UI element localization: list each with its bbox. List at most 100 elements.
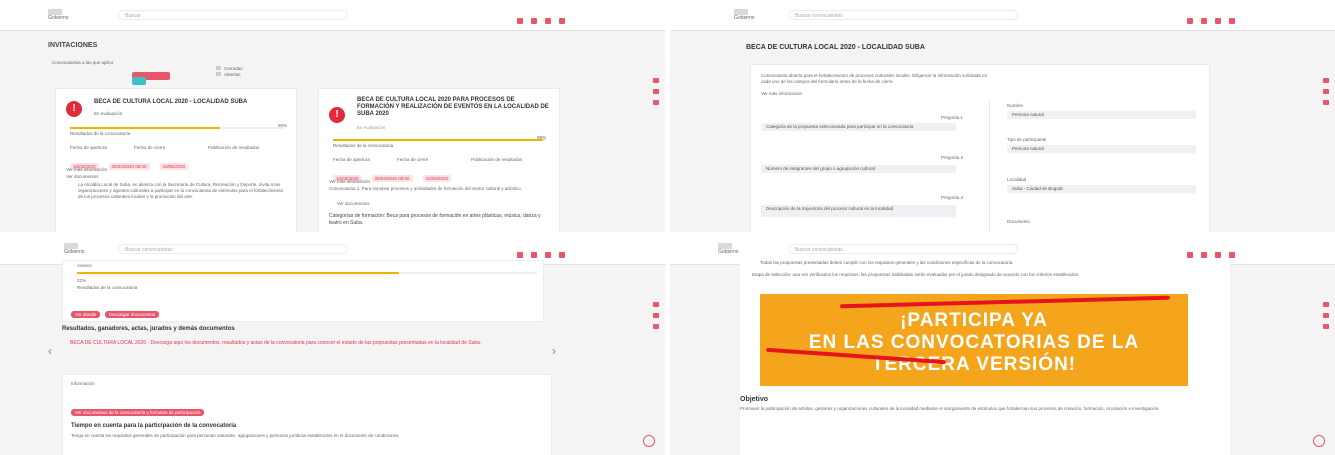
- more-info-link[interactable]: Ver más información: [761, 91, 802, 97]
- toggle-button[interactable]: [132, 72, 170, 85]
- next-arrow-icon[interactable]: ›: [552, 344, 556, 358]
- download-button[interactable]: Descargar documentos: [104, 311, 160, 318]
- progress-card: Avance 22% Resultados de la convocatoria…: [62, 260, 544, 322]
- print-icon[interactable]: [1323, 89, 1329, 94]
- documents-link[interactable]: Ver documentos: [66, 174, 99, 180]
- progress-value: 98%: [537, 135, 547, 140]
- form-card: Convocatoria abierta para el fortalecimi…: [750, 64, 1210, 232]
- documents-link[interactable]: Ver documentos: [337, 201, 370, 207]
- user-icon[interactable]: [1215, 252, 1221, 258]
- action-buttons: Ver detalle Descargar documentos: [71, 303, 160, 321]
- progress-caption: Resultados de la convocatoria: [333, 143, 394, 148]
- alert-icon: !: [66, 101, 82, 117]
- prev-arrow-icon[interactable]: ‹: [48, 344, 52, 358]
- progress-bar: [77, 272, 537, 274]
- progress-bar: [70, 127, 284, 129]
- calendar-icon[interactable]: [531, 252, 537, 258]
- form-intro: Convocatoria abierta para el fortalecimi…: [761, 73, 988, 84]
- more-info-link[interactable]: Ver más información: [66, 167, 107, 173]
- content-card: Todas las propuestas presentadas deben c…: [740, 260, 1230, 455]
- logo[interactable]: Gobierno: [734, 9, 755, 21]
- chat-button[interactable]: [643, 435, 655, 447]
- notification-icon[interactable]: [1187, 18, 1193, 24]
- progress-caption: Resultados de la convocatoria: [77, 285, 138, 290]
- print-icon[interactable]: [1323, 313, 1329, 318]
- field-label: Documento: [1007, 219, 1031, 224]
- convocatoria-card[interactable]: ! BECA DE CULTURA LOCAL 2020 - LOCALIDAD…: [55, 88, 297, 232]
- help-icon[interactable]: [653, 100, 659, 105]
- help-icon[interactable]: [653, 324, 659, 329]
- search-input[interactable]: Buscar convocatorias: [788, 10, 1018, 20]
- user-icon[interactable]: [1215, 18, 1221, 24]
- status-badge: En evaluación: [357, 125, 386, 130]
- notification-icon[interactable]: [517, 252, 523, 258]
- help-icon[interactable]: [1323, 324, 1329, 329]
- notice-text: BECA DE CULTURA LOCAL 2020 - Descarga aq…: [70, 340, 482, 346]
- progress-bar: [333, 139, 547, 141]
- share-icon[interactable]: [653, 302, 659, 307]
- notification-icon[interactable]: [1187, 252, 1193, 258]
- user-icon[interactable]: [545, 252, 551, 258]
- field-label: Localidad: [1007, 177, 1027, 182]
- dates-labels: Fecha de apertura Fecha de cierre Publicac…: [70, 145, 260, 150]
- card-title: BECA DE CULTURA LOCAL 2020 - LOCALIDAD S…: [94, 99, 248, 105]
- banner-swoosh: [840, 295, 1170, 309]
- promo-banner[interactable]: ¡PARTICIPA YA EN LAS CONVOCATORIAS DE LA…: [760, 294, 1188, 386]
- objective-title: Objetivo: [740, 396, 769, 403]
- text-field[interactable]: Persona natural: [1007, 111, 1196, 119]
- page-title: BECA DE CULTURA LOCAL 2020 - LOCALIDAD S…: [746, 44, 925, 51]
- progress-caption: Resultados de la convocatoria: [70, 131, 131, 136]
- question-field[interactable]: Descripción de la trayectoria del proces…: [761, 205, 956, 217]
- docs-button[interactable]: Ver documentos de la convocatoria y form…: [71, 409, 205, 416]
- card-description: La Alcaldía Local de Suba, en alianza co…: [78, 182, 284, 199]
- progress-value: 22%: [77, 278, 87, 283]
- banner-line: ¡PARTICIPA YA: [900, 310, 1048, 331]
- question-field[interactable]: Número de integrantes del grupo o agrupa…: [761, 165, 956, 173]
- calendar-icon[interactable]: [1201, 18, 1207, 24]
- body-text: Etapa de selección: una vez verificados …: [752, 272, 1080, 277]
- help-icon[interactable]: [1323, 100, 1329, 105]
- menu-icon[interactable]: [559, 18, 565, 24]
- side-actions: [1323, 78, 1329, 111]
- user-icon[interactable]: [545, 18, 551, 24]
- question-tag: Pregunta 2: [941, 155, 964, 160]
- search-input[interactable]: Buscar convocatorias: [788, 244, 1018, 254]
- objective-text: Promover la participación de artistas, g…: [740, 406, 1160, 411]
- calendar-icon[interactable]: [1201, 252, 1207, 258]
- logo[interactable]: Gobierno: [48, 9, 69, 21]
- logo[interactable]: Gobierno: [718, 243, 739, 255]
- info-subtitle: Tiempo en cuenta para la participación d…: [71, 423, 237, 429]
- field-label: Nombre: [1007, 103, 1024, 108]
- print-icon[interactable]: [653, 313, 659, 318]
- text-field[interactable]: Persona natural: [1007, 145, 1196, 153]
- logo[interactable]: Gobierno: [64, 243, 85, 255]
- share-icon[interactable]: [653, 78, 659, 83]
- card-title: BECA DE CULTURA LOCAL 2020 PARA PROCESOS…: [357, 97, 549, 117]
- share-icon[interactable]: [1323, 78, 1329, 83]
- status-badge: En evaluación: [94, 111, 123, 116]
- menu-icon[interactable]: [559, 252, 565, 258]
- print-icon[interactable]: [653, 89, 659, 94]
- body-text: Todas las propuestas presentadas deben c…: [760, 260, 1014, 265]
- info-title: Información: [71, 381, 95, 386]
- convocatoria-card[interactable]: ! BECA DE CULTURA LOCAL 2020 PARA PROCES…: [318, 88, 560, 232]
- share-icon[interactable]: [1323, 302, 1329, 307]
- side-actions: [653, 78, 659, 111]
- detail-button[interactable]: Ver detalle: [71, 311, 101, 318]
- search-input[interactable]: Buscar convocatorias: [118, 244, 348, 254]
- top-bar: Gobierno Buscar convocatorias: [670, 0, 1335, 31]
- calendar-icon[interactable]: [531, 18, 537, 24]
- menu-icon[interactable]: [1229, 18, 1235, 24]
- more-info-link[interactable]: Ver más información: [329, 179, 370, 185]
- notification-icon[interactable]: [517, 18, 523, 24]
- chat-button[interactable]: [1313, 435, 1325, 447]
- question-field[interactable]: Categoría de la propuesta seleccionada p…: [761, 123, 956, 131]
- text-field[interactable]: Suba - Ciudad de Bogotá: [1007, 185, 1196, 193]
- panel-results: Gobierno Buscar convocatorias Avance 22%…: [0, 234, 665, 455]
- docs-button-wrap: Ver documentos de la convocatoria y form…: [71, 401, 205, 419]
- info-body: Tenga en cuenta los requisitos generales…: [71, 433, 400, 438]
- top-bar: Gobierno Buscar: [0, 0, 665, 31]
- search-input[interactable]: Buscar: [118, 10, 348, 20]
- card-categories: Categorías de formación: Beca para proce…: [329, 213, 541, 226]
- menu-icon[interactable]: [1229, 252, 1235, 258]
